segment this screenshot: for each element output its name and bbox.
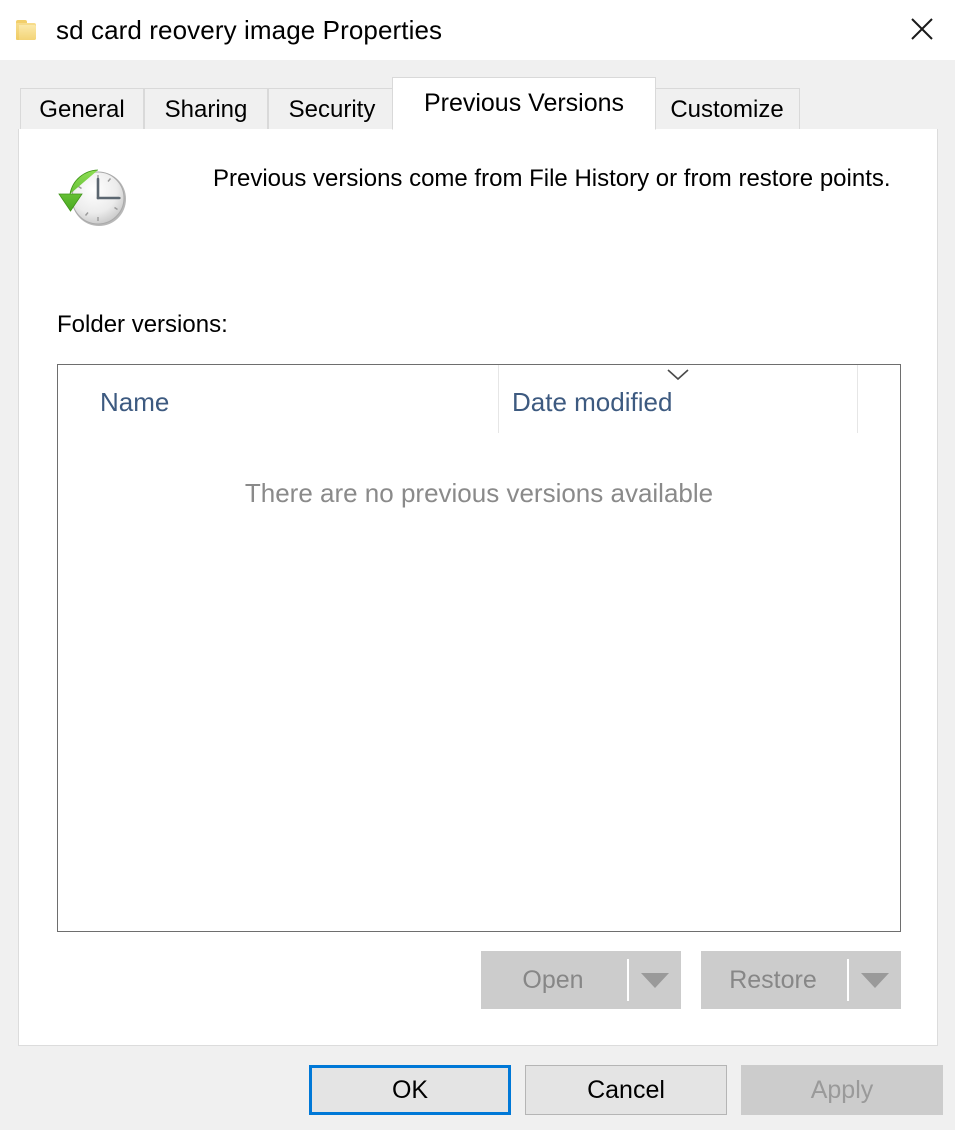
restore-split-button[interactable]: Restore: [701, 951, 901, 1009]
tab-general[interactable]: General: [20, 88, 144, 130]
window-title: sd card reovery image Properties: [56, 14, 443, 45]
restore-button-label[interactable]: Restore: [701, 951, 847, 1009]
clock-restore-icon: [57, 163, 131, 237]
column-divider[interactable]: [857, 365, 858, 433]
close-icon[interactable]: [889, 0, 955, 58]
column-header-date-modified[interactable]: Date modified: [512, 387, 672, 418]
title-bar: sd card reovery image Properties: [0, 0, 955, 60]
apply-button[interactable]: Apply: [741, 1065, 943, 1115]
empty-state-message: There are no previous versions available: [244, 478, 714, 508]
tab-security[interactable]: Security: [268, 88, 396, 130]
folder-icon: [16, 18, 42, 42]
column-divider[interactable]: [498, 365, 499, 433]
ok-button[interactable]: OK: [309, 1065, 511, 1115]
info-row: Previous versions come from File History…: [57, 157, 917, 237]
description-text: Previous versions come from File History…: [213, 165, 891, 192]
chevron-down-icon: [666, 368, 690, 382]
tab-customize[interactable]: Customize: [654, 88, 800, 130]
open-split-button[interactable]: Open: [481, 951, 681, 1009]
folder-versions-listbox[interactable]: Name Date modified There are no previous…: [57, 364, 901, 932]
tab-strip: General Sharing Security Previous Versio…: [0, 60, 955, 130]
tab-previous-versions[interactable]: Previous Versions: [392, 77, 656, 130]
tab-sharing[interactable]: Sharing: [144, 88, 268, 130]
list-header-row: Name Date modified: [58, 365, 900, 433]
open-button-label[interactable]: Open: [481, 951, 627, 1009]
column-header-name[interactable]: Name: [100, 387, 169, 418]
folder-versions-label: Folder versions:: [57, 311, 228, 338]
caret-down-icon[interactable]: [849, 951, 901, 1009]
cancel-button[interactable]: Cancel: [525, 1065, 727, 1115]
previous-versions-panel: Previous versions come from File History…: [18, 129, 938, 1046]
caret-down-icon[interactable]: [629, 951, 681, 1009]
